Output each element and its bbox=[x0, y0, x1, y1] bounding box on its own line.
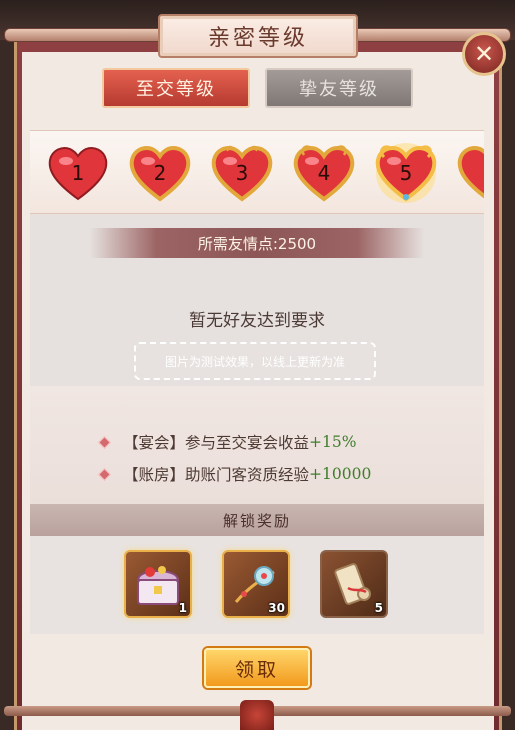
heart-level-5[interactable]: 5 bbox=[374, 143, 438, 203]
heart-level-3[interactable]: 3 bbox=[210, 143, 274, 203]
bonus-line-accounting: 【账房】 助账门客资质经验 +10000 bbox=[98, 462, 372, 486]
requirement-bar: 所需友情点:2500 bbox=[90, 228, 424, 258]
empty-message: 暂无好友达到要求 bbox=[189, 311, 325, 331]
bonus-list: 【宴会】 参与至交宴会收益 +15% 【账房】 助账门客资质经验 +10000 bbox=[30, 386, 484, 504]
level-hearts-strip[interactable]: 1 2 3 4 5 bbox=[30, 130, 484, 214]
claim-button[interactable]: 领取 bbox=[204, 648, 310, 688]
close-button[interactable]: ✕ bbox=[462, 32, 506, 76]
bonus-text: 参与至交宴会收益 bbox=[185, 434, 310, 452]
heart-number: 1 bbox=[71, 161, 85, 185]
reward-item-pendant[interactable]: 30 bbox=[222, 550, 290, 618]
heart-number: 4 bbox=[317, 161, 331, 185]
heart-number: 2 bbox=[153, 161, 167, 185]
heart-icon bbox=[457, 146, 484, 199]
reward-qty: 5 bbox=[374, 601, 383, 615]
heart-number: 5 bbox=[399, 161, 413, 185]
title-plate: 亲密等级 bbox=[158, 14, 358, 58]
heart-level-6-partial[interactable] bbox=[456, 143, 484, 203]
diamond-bullet-icon bbox=[98, 467, 111, 481]
heart-level-1[interactable]: 1 bbox=[46, 143, 110, 203]
treasure-chest-icon bbox=[136, 566, 180, 605]
bonus-tag: 【宴会】 bbox=[123, 434, 186, 452]
rewards-header: 解锁奖励 bbox=[30, 504, 484, 536]
heart-level-4[interactable]: 4 bbox=[292, 143, 356, 203]
bonus-line-banquet: 【宴会】 参与至交宴会收益 +15% bbox=[98, 430, 357, 454]
reward-qty: 30 bbox=[268, 601, 285, 615]
rewards-row: 1 30 5 bbox=[30, 536, 484, 634]
scroll-icon bbox=[334, 563, 371, 605]
tab-zhijiao-level[interactable]: 至交等级 bbox=[102, 68, 250, 108]
reward-qty: 1 bbox=[178, 601, 187, 615]
tab-zhiyou-level[interactable]: 挚友等级 bbox=[265, 68, 413, 108]
bonus-value: +10000 bbox=[309, 465, 372, 483]
rod-knot-ornament bbox=[240, 700, 274, 730]
content-area: 所需友情点:2500 暂无好友达到要求 图片为测试效果，以线上更新为准 【宴会】… bbox=[30, 214, 484, 634]
test-note: 图片为测试效果，以线上更新为准 bbox=[134, 342, 376, 380]
page-title: 亲密等级 bbox=[207, 26, 308, 51]
heart-number: 3 bbox=[235, 161, 249, 185]
close-icon: ✕ bbox=[473, 40, 495, 68]
reward-item-scroll[interactable]: 5 bbox=[320, 550, 388, 618]
reward-item-chest[interactable]: 1 bbox=[124, 550, 192, 618]
bonus-tag: 【账房】 bbox=[123, 466, 186, 484]
bonus-text: 助账门客资质经验 bbox=[185, 466, 310, 484]
bonus-value: +15% bbox=[309, 433, 357, 451]
diamond-bullet-icon bbox=[98, 435, 111, 449]
heart-level-2[interactable]: 2 bbox=[128, 143, 192, 203]
